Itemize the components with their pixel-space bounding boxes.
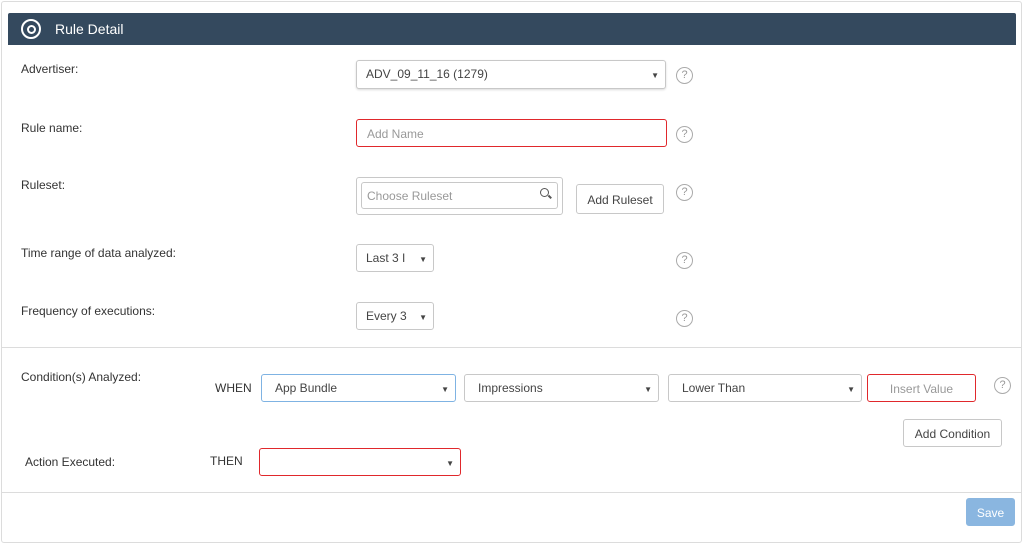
panel-header: Rule Detail: [8, 13, 1016, 45]
help-icon-rule-name[interactable]: ?: [676, 126, 693, 143]
chevron-down-icon: ▼: [446, 459, 454, 468]
chevron-down-icon: ▼: [847, 385, 855, 394]
help-icon-advertiser[interactable]: ?: [676, 67, 693, 84]
chevron-down-icon: ▼: [441, 385, 449, 394]
advertiser-select-value: ADV_09_11_16 (1279): [366, 67, 488, 81]
panel-title: Rule Detail: [55, 21, 124, 37]
advertiser-select[interactable]: ADV_09_11_16 (1279) ▼: [356, 60, 666, 89]
action-label: Action Executed:: [25, 455, 116, 469]
footer-divider: [1, 492, 1022, 493]
condition-operator-value: Lower Than: [682, 381, 746, 395]
search-icon[interactable]: [540, 188, 549, 197]
condition-operator-select[interactable]: Lower Than ▼: [668, 374, 862, 402]
condition-metric-select[interactable]: Impressions ▼: [464, 374, 659, 402]
condition-value-input[interactable]: Insert Value: [867, 374, 976, 402]
ruleset-label: Ruleset:: [21, 178, 66, 192]
condition-dimension-select[interactable]: App Bundle ▼: [261, 374, 456, 402]
chevron-down-icon: ▼: [644, 385, 652, 394]
add-ruleset-button[interactable]: Add Ruleset: [576, 184, 664, 214]
add-condition-button[interactable]: Add Condition: [903, 419, 1002, 447]
ruleset-picker: Choose Ruleset: [356, 177, 563, 215]
time-range-select[interactable]: Last 3 I ▼: [356, 244, 434, 272]
rule-name-label: Rule name:: [21, 121, 83, 135]
action-select[interactable]: ▼: [259, 448, 461, 476]
chevron-down-icon: ▼: [651, 71, 659, 80]
frequency-label: Frequency of executions:: [21, 304, 156, 318]
help-icon-time-range[interactable]: ?: [676, 252, 693, 269]
conditions-label: Condition(s) Analyzed:: [21, 370, 142, 384]
then-keyword: THEN: [210, 454, 243, 468]
ruleset-search-input[interactable]: Choose Ruleset: [361, 182, 558, 209]
time-range-label: Time range of data analyzed:: [21, 246, 176, 260]
advertiser-label: Advertiser:: [21, 62, 79, 76]
when-keyword: WHEN: [215, 381, 252, 395]
help-icon-conditions[interactable]: ?: [994, 377, 1011, 394]
save-button[interactable]: Save: [966, 498, 1015, 526]
condition-dimension-value: App Bundle: [275, 381, 338, 395]
help-icon-ruleset[interactable]: ?: [676, 184, 693, 201]
frequency-select[interactable]: Every 3 ▼: [356, 302, 434, 330]
time-range-select-value: Last 3 I: [366, 251, 406, 265]
rule-name-input[interactable]: Add Name: [356, 119, 667, 147]
chevron-down-icon: ▼: [419, 255, 427, 264]
help-icon-frequency[interactable]: ?: [676, 310, 693, 327]
section-divider: [1, 347, 1022, 348]
frequency-select-value: Every 3: [366, 309, 407, 323]
condition-metric-value: Impressions: [478, 381, 543, 395]
chevron-down-icon: ▼: [419, 313, 427, 322]
target-icon: [21, 19, 41, 39]
ruleset-search-placeholder: Choose Ruleset: [367, 189, 453, 203]
